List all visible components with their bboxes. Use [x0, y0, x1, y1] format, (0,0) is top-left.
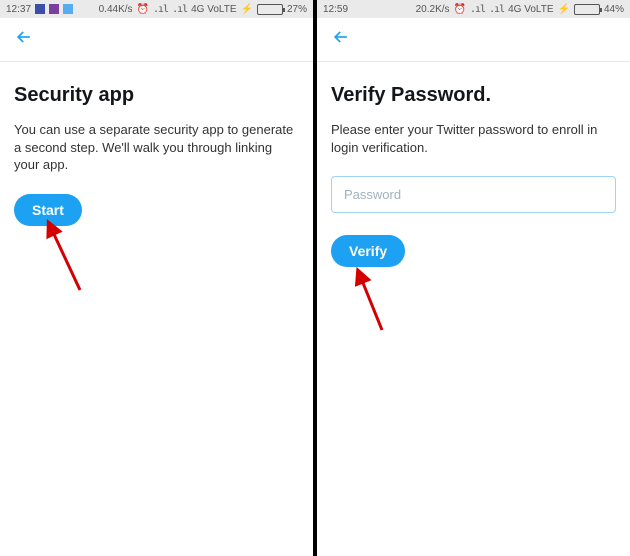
status-time: 12:37	[6, 4, 31, 15]
nav-bar	[317, 18, 630, 62]
back-arrow-icon[interactable]	[14, 27, 34, 52]
battery-icon	[257, 4, 283, 15]
two-phone-container: 12:37 0.44K/s ⏰ .ıl .ıl 4G VoLTE ⚡ 27%	[0, 0, 630, 556]
network-speed: 20.2K/s	[416, 4, 450, 15]
carrier-label: 4G VoLTE	[508, 4, 553, 15]
status-left: 12:37	[6, 4, 73, 15]
battery-percent: 44%	[604, 4, 624, 15]
phone-right: 12:59 20.2K/s ⏰ .ıl .ıl 4G VoLTE ⚡ 44% V…	[317, 0, 630, 556]
app-indicator-icon	[49, 4, 59, 14]
signal-icon: .ıl	[172, 4, 187, 15]
app-indicator-icon	[63, 4, 73, 14]
annotation-arrow-icon	[347, 270, 407, 345]
status-bar: 12:59 20.2K/s ⏰ .ıl .ıl 4G VoLTE ⚡ 44%	[317, 0, 630, 18]
phone-left: 12:37 0.44K/s ⏰ .ıl .ıl 4G VoLTE ⚡ 27%	[0, 0, 313, 556]
battery-icon	[574, 4, 600, 15]
nav-bar	[0, 18, 313, 62]
status-left: 12:59	[323, 4, 348, 15]
charging-icon: ⚡	[241, 4, 253, 15]
network-speed: 0.44K/s	[99, 4, 133, 15]
status-right: 0.44K/s ⏰ .ıl .ıl 4G VoLTE ⚡ 27%	[99, 4, 307, 15]
alarm-icon: ⏰	[137, 4, 149, 15]
back-arrow-icon[interactable]	[331, 27, 351, 52]
status-time: 12:59	[323, 4, 348, 15]
start-button[interactable]: Start	[14, 194, 82, 226]
signal-icon: .ıl	[489, 4, 504, 15]
password-input[interactable]	[331, 176, 616, 213]
verify-button[interactable]: Verify	[331, 235, 405, 267]
carrier-label: 4G VoLTE	[191, 4, 236, 15]
page-title: Verify Password.	[331, 84, 616, 107]
content-area: Security app You can use a separate secu…	[0, 62, 313, 240]
page-description: You can use a separate security app to g…	[14, 121, 299, 174]
app-indicator-icon	[35, 4, 45, 14]
content-area: Verify Password. Please enter your Twitt…	[317, 62, 630, 281]
page-description: Please enter your Twitter password to en…	[331, 121, 616, 156]
status-right: 20.2K/s ⏰ .ıl .ıl 4G VoLTE ⚡ 44%	[416, 4, 624, 15]
signal-icon: .ıl	[470, 4, 485, 15]
page-title: Security app	[14, 84, 299, 107]
battery-percent: 27%	[287, 4, 307, 15]
status-bar: 12:37 0.44K/s ⏰ .ıl .ıl 4G VoLTE ⚡ 27%	[0, 0, 313, 18]
charging-icon: ⚡	[558, 4, 570, 15]
alarm-icon: ⏰	[454, 4, 466, 15]
signal-icon: .ıl	[153, 4, 168, 15]
